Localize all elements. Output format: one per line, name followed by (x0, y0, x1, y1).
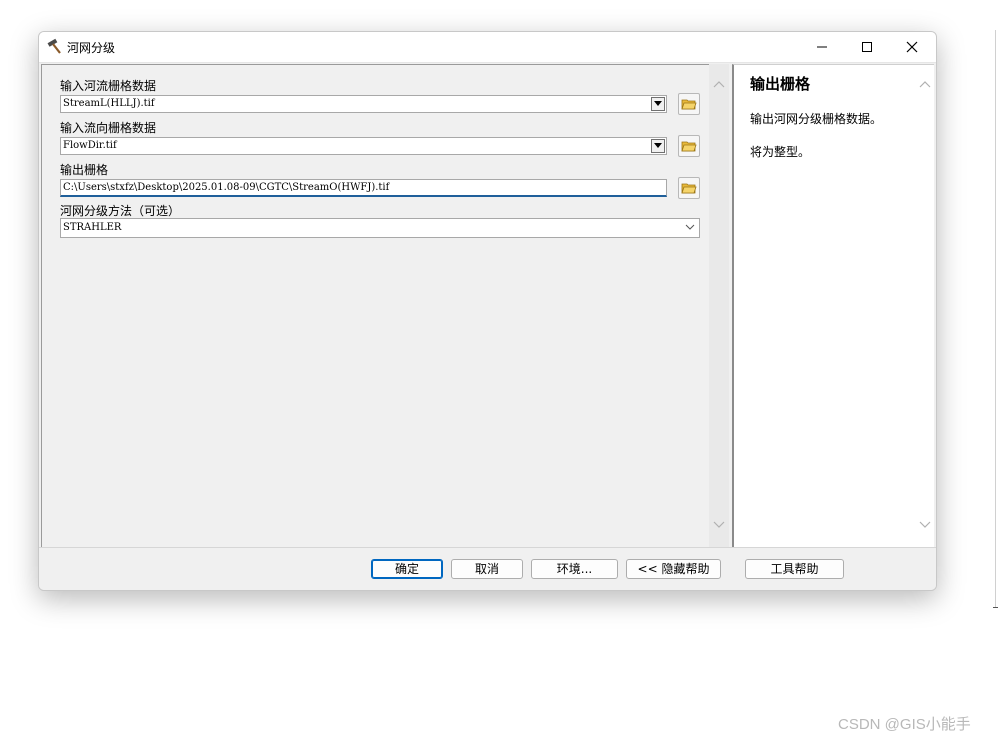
hammer-icon (46, 38, 64, 56)
close-button[interactable] (889, 32, 935, 62)
help-pane: 输出栅格 输出河网分级栅格数据。 将为整型。 (732, 64, 934, 548)
maximize-icon (862, 42, 872, 52)
output-raster-value: C:\Users\stxfz\Desktop\2025.01.08-09\CGT… (63, 182, 390, 193)
dropdown-arrow-icon (654, 101, 662, 106)
open-folder-icon (681, 99, 697, 110)
help-title: 输出栅格 (750, 75, 811, 93)
input-stream-label: 输入河流栅格数据 (60, 79, 157, 93)
minimize-button[interactable] (799, 32, 845, 62)
minimize-icon (817, 46, 827, 48)
output-raster-label: 输出栅格 (60, 163, 109, 177)
input-flowdir-browse-button[interactable] (678, 135, 700, 157)
input-stream-value: StreamL(HLLJ).tif (63, 98, 155, 109)
background-edge-tick (993, 607, 998, 608)
input-flowdir-field[interactable]: FlowDir.tif (60, 137, 667, 155)
help-scroll-up-button[interactable] (916, 76, 934, 92)
chevron-down-icon (919, 521, 931, 528)
help-scroll-down-button[interactable] (916, 517, 934, 533)
chevron-down-icon (685, 224, 695, 230)
cancel-button[interactable]: 取消 (451, 559, 523, 579)
chevron-up-icon (713, 81, 725, 88)
open-folder-icon (681, 183, 697, 194)
hide-help-button[interactable]: << 隐藏帮助 (626, 559, 721, 579)
input-stream-field[interactable]: StreamL(HLLJ).tif (60, 95, 667, 113)
window-title: 河网分级 (67, 41, 116, 55)
scroll-down-button[interactable] (709, 517, 729, 533)
parameters-pane: 输入河流栅格数据 StreamL(HLLJ).tif 输入流向栅格数据 Flow… (41, 64, 710, 548)
environments-button[interactable]: 环境... (531, 559, 618, 579)
method-select[interactable]: STRAHLER (60, 218, 700, 238)
dropdown-arrow-icon (654, 143, 662, 148)
dialog-window: 河网分级 输入河流栅格数据 StreamL(HLLJ).tif 输入流向栅格数据 (38, 31, 937, 591)
open-folder-icon (681, 141, 697, 152)
chevron-up-icon (919, 81, 931, 88)
ok-button[interactable]: 确定 (371, 559, 443, 579)
input-flowdir-dropdown-button[interactable] (651, 139, 665, 153)
close-icon (906, 41, 918, 53)
help-scrollbar[interactable] (916, 64, 934, 547)
help-description: 输出河网分级栅格数据。 (750, 112, 883, 126)
parameters-scrollbar[interactable] (709, 64, 729, 547)
input-stream-browse-button[interactable] (678, 93, 700, 115)
tool-help-button[interactable]: 工具帮助 (745, 559, 844, 579)
input-stream-dropdown-button[interactable] (651, 97, 665, 111)
title-bar[interactable]: 河网分级 (39, 32, 936, 63)
method-value: STRAHLER (63, 222, 122, 233)
watermark: CSDN @GIS小能手 (838, 716, 971, 733)
button-bar: 确定 取消 环境... << 隐藏帮助 工具帮助 (39, 547, 936, 590)
output-raster-browse-button[interactable] (678, 177, 700, 199)
output-raster-field[interactable]: C:\Users\stxfz\Desktop\2025.01.08-09\CGT… (60, 179, 667, 197)
maximize-button[interactable] (844, 32, 890, 62)
chevron-down-icon (713, 521, 725, 528)
scroll-up-button[interactable] (709, 76, 729, 92)
input-flowdir-value: FlowDir.tif (63, 140, 117, 151)
background-edge-line (995, 30, 996, 608)
help-note: 将为整型。 (750, 145, 811, 159)
input-flowdir-label: 输入流向栅格数据 (60, 121, 157, 135)
method-label: 河网分级方法（可选） (60, 204, 181, 218)
